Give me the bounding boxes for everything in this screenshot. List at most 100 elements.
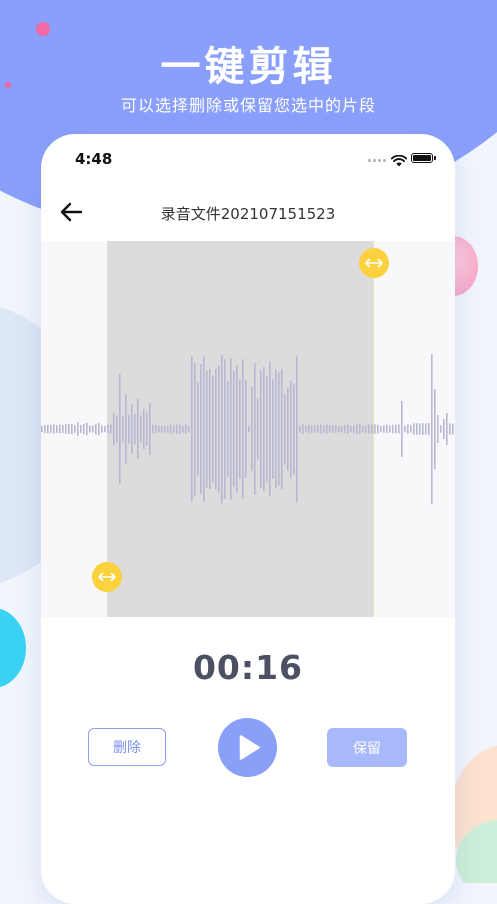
waveform-bar (146, 412, 148, 446)
waveform-bar (452, 423, 454, 435)
waveform-bar (233, 370, 235, 488)
waveform-bar (167, 425, 169, 433)
hero-subtitle: 可以选择删除或保留您选中的片段 (120, 96, 376, 115)
waveform-bar (101, 425, 103, 433)
waveform-bar (173, 425, 175, 433)
waveform-bar (230, 358, 232, 500)
waveform-bar (293, 383, 295, 475)
waveform-bar (278, 372, 280, 486)
waveform-bar (104, 425, 106, 433)
waveform-bar (398, 424, 400, 434)
waveform-bar (89, 425, 91, 433)
waveform-bar (269, 361, 271, 497)
waveform-bar (257, 398, 259, 460)
waveform-bar (164, 425, 166, 433)
waveform-bar (185, 424, 187, 434)
waveform-bar (317, 424, 319, 434)
waveform-bar (431, 354, 433, 504)
waveform-bar (128, 414, 130, 444)
waveform-bar (182, 425, 184, 433)
keep-button[interactable]: 保留 (327, 728, 407, 767)
waveform-bar (443, 419, 445, 439)
waveform-bar (131, 404, 133, 454)
trim-handle-end[interactable] (359, 248, 389, 278)
waveform-bar (158, 425, 160, 433)
waveform-bar (383, 425, 385, 433)
hero-title: 一键剪辑 (160, 44, 337, 90)
page-title: 录音文件202107151523 (160, 205, 336, 223)
waveform-bar (68, 424, 70, 434)
waveform-bar (50, 425, 52, 433)
waveform-bar (401, 401, 403, 457)
waveform-bar (284, 393, 286, 465)
waveform-bar (386, 424, 388, 434)
waveform-bar (194, 362, 196, 496)
waveform-bar (155, 424, 157, 434)
waveform-bar (362, 425, 364, 433)
waveform (41, 354, 454, 504)
waveform-bar (149, 403, 151, 455)
waveform-bar (170, 424, 172, 434)
waveform-bar (380, 425, 382, 433)
waveform-bar (290, 380, 292, 478)
waveform-bar (110, 424, 112, 434)
waveform-bar (260, 370, 262, 488)
waveform-bar (449, 423, 451, 435)
play-icon (239, 735, 260, 760)
waveform-bar (239, 379, 241, 479)
waveform-bar (392, 424, 394, 434)
waveform-bar (83, 423, 85, 435)
waveform-bar (56, 425, 58, 433)
waveform-bar (413, 423, 415, 435)
waveform-bar (188, 425, 190, 433)
waveform-bar (107, 424, 109, 434)
waveform-bar (437, 415, 439, 443)
waveform-bar (176, 424, 178, 434)
waveform-bar (197, 382, 199, 476)
waveform-bar (71, 424, 73, 434)
waveform-bar (350, 425, 352, 433)
elapsed-time: 00:16 (192, 648, 304, 687)
waveform-bar (53, 424, 55, 434)
waveform-bar (218, 365, 220, 493)
waveform-bar (59, 424, 61, 434)
waveform-editor[interactable] (41, 241, 455, 617)
delete-button[interactable]: 删除 (88, 728, 166, 766)
horizontal-resize-arrows-icon (365, 258, 383, 268)
waveform-bar (191, 356, 193, 502)
waveform-bar (326, 424, 328, 434)
waveform-bar (407, 424, 409, 434)
waveform-bar (365, 425, 367, 433)
waveform-bar (419, 423, 421, 435)
waveform-bar (152, 424, 154, 434)
waveform-bar (122, 416, 124, 442)
waveform-bar (125, 394, 127, 464)
play-button[interactable] (218, 718, 277, 777)
waveform-bar (320, 424, 322, 434)
trim-handle-start[interactable] (92, 562, 122, 592)
waveform-bar (95, 423, 97, 435)
waveform-bar (263, 367, 265, 491)
waveform-bar (305, 425, 307, 433)
waveform-bar (254, 363, 256, 495)
waveform-bar (221, 354, 223, 504)
waveform-bar (440, 425, 442, 433)
waveform-bar (314, 425, 316, 433)
waveform-bar (227, 381, 229, 477)
status-time: 4:48 (75, 150, 113, 168)
phone-screen: 4:48 录音文件202107151523 00:16 删除 保留 (41, 134, 455, 904)
nav-bar: 录音文件202107151523 (41, 190, 455, 236)
waveform-bar (266, 376, 268, 482)
waveform-bar (215, 368, 217, 490)
waveform-bar (86, 422, 88, 436)
waveform-bar (251, 386, 253, 472)
waveform-bar (119, 374, 121, 484)
waveform-bar (242, 359, 244, 499)
waveform-bar (323, 425, 325, 433)
waveform-bar (302, 424, 304, 434)
waveform-bar (209, 368, 211, 490)
waveform-bar (74, 425, 76, 433)
waveform-bar (98, 422, 100, 436)
status-bar: 4:48 (41, 134, 455, 180)
waveform-bar (344, 425, 346, 433)
